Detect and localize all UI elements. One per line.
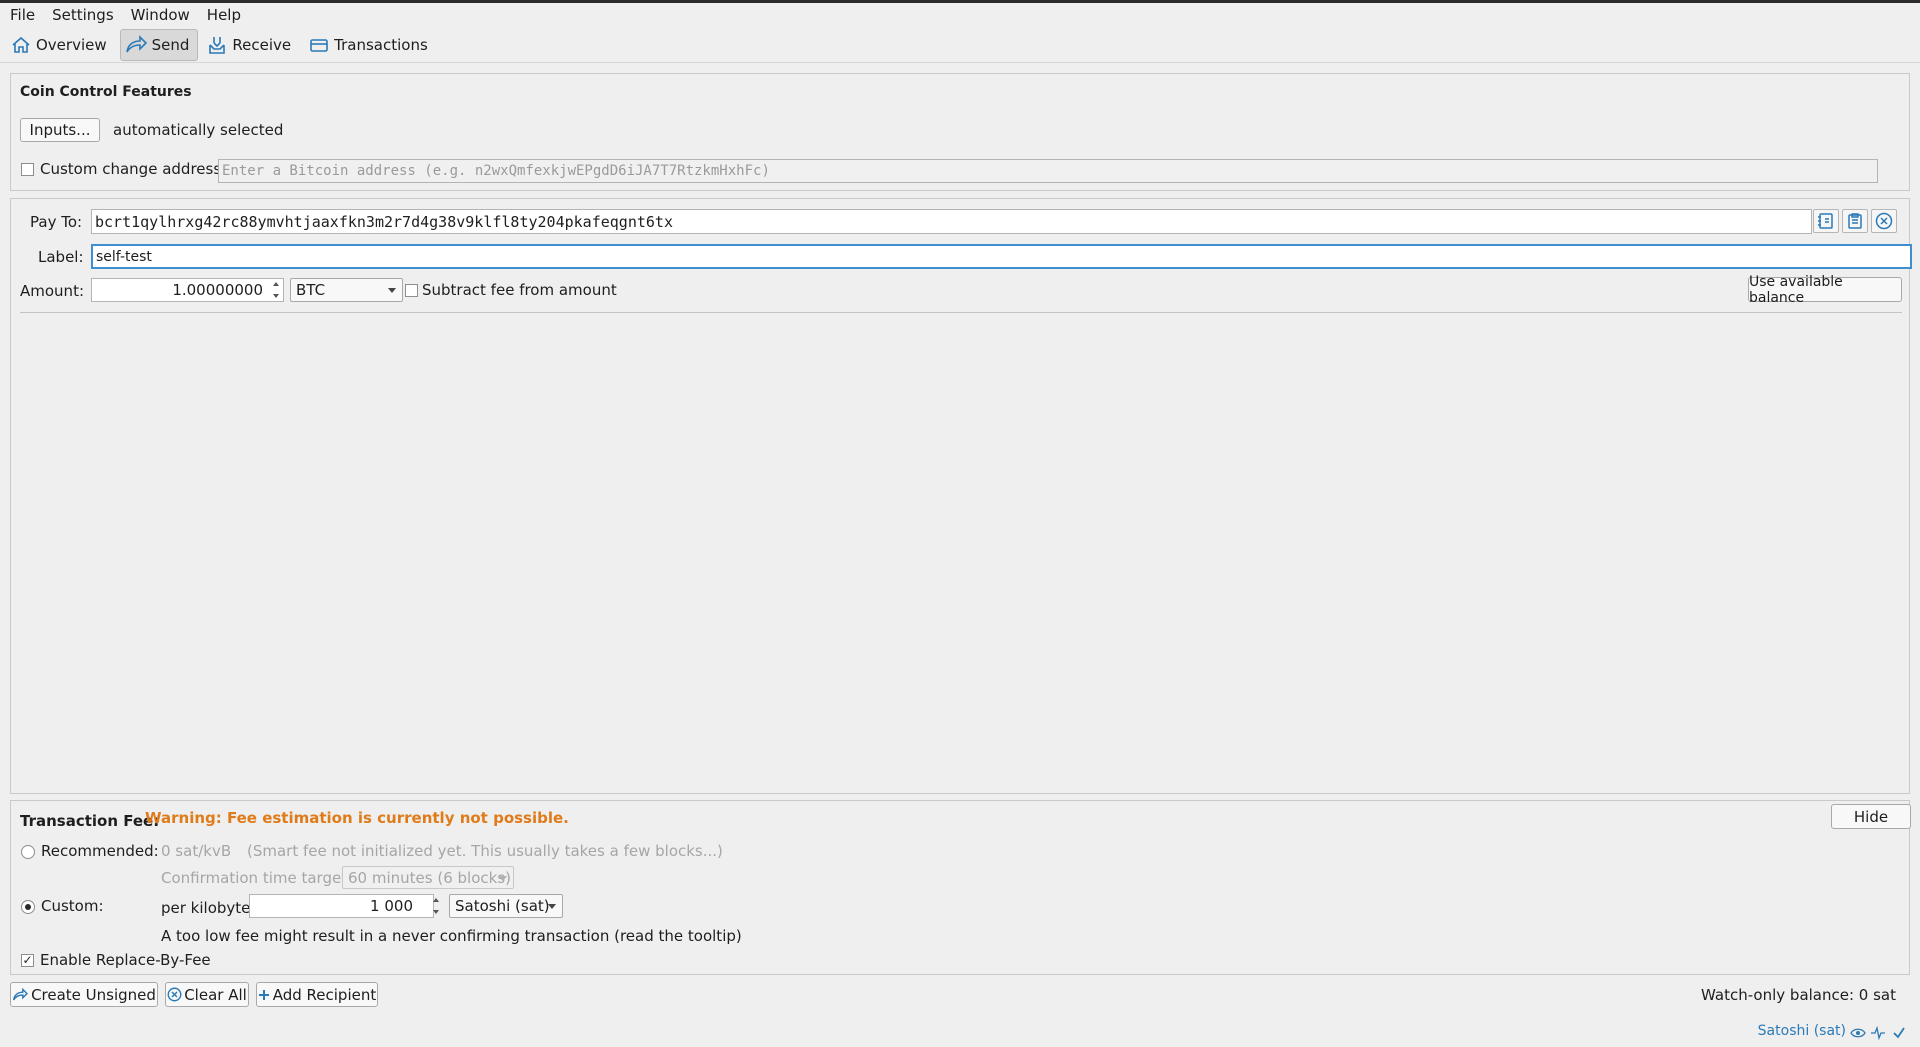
pay-to-label: Pay To: [30,213,83,231]
rbf-checkbox[interactable]: ✓ [21,954,34,967]
amount-unit-select[interactable]: BTC [290,278,403,302]
tab-send[interactable]: Send [119,28,199,61]
address-book-button[interactable] [1813,209,1839,233]
spin-down-icon[interactable] [272,294,279,298]
coin-control-title: Coin Control Features [20,84,192,100]
amount-spinner[interactable] [270,282,281,298]
spin-up-icon[interactable] [272,282,279,286]
eye-icon [1850,1028,1866,1038]
recommended-fee-radio[interactable] [21,845,35,859]
custom-fee-unit-select[interactable]: Satoshi (sat) [449,894,563,918]
confirmation-target-value: 60 minutes (6 blocks) [348,868,511,887]
plus-icon [258,989,269,1000]
recommended-rate: 0 sat/kvB [161,842,232,860]
custom-change-address-field[interactable]: Enter a Bitcoin address (e.g. n2wxQmfexk… [218,159,1878,183]
spin-down-icon[interactable] [432,910,439,914]
status-unit[interactable]: Satoshi (sat) [1758,1023,1846,1039]
address-book-icon [1818,213,1833,229]
network-activity-icon [1871,1026,1885,1040]
paste-button[interactable] [1842,209,1868,233]
menu-bar: File Settings Window Help [0,3,1920,27]
coin-control-panel: Coin Control Features Inputs... automati… [10,73,1910,191]
transactions-card-icon [310,38,328,52]
main-toolbar: Overview Send Receive Transactions [0,27,1920,63]
custom-fee-unit-value: Satoshi (sat) [455,897,550,915]
send-arrow-icon [125,34,147,52]
rbf-label: Enable Replace-By-Fee [40,951,211,969]
clear-circle-icon [167,987,182,1002]
menu-window[interactable]: Window [121,3,197,27]
custom-change-checkbox[interactable] [21,163,34,176]
tab-overview[interactable]: Overview [6,29,116,61]
custom-fee-value: 1 000 [370,897,413,915]
menu-file[interactable]: File [0,3,42,27]
remove-recipient-button[interactable] [1871,209,1897,233]
chevron-down-icon [499,875,507,881]
watch-only-balance: Watch-only balance: 0 sat [1701,986,1896,1004]
synced-check-icon [1893,1027,1905,1039]
add-recipient-label: Add Recipient [272,985,377,1004]
tab-receive-label: Receive [232,35,292,54]
custom-fee-field[interactable]: 1 000 [249,894,434,918]
chevron-down-icon [388,288,396,293]
tab-overview-label: Overview [36,35,107,54]
transaction-fee-panel: Transaction Fee: Warning: Fee estimation… [10,800,1911,975]
fee-warning: Warning: Fee estimation is currently not… [145,809,569,827]
use-available-balance-button[interactable]: Use available balance [1748,274,1902,306]
paste-clipboard-icon [1848,213,1862,229]
low-fee-note: A too low fee might result in a never co… [161,927,742,945]
create-unsigned-label: Create Unsigned [31,985,156,1004]
clear-all-label: Clear All [184,985,247,1004]
confirmation-target-select[interactable]: 60 minutes (6 blocks) [342,866,514,889]
spin-up-icon[interactable] [432,898,439,902]
label-field[interactable]: self-test [91,244,1912,269]
add-recipient-button[interactable]: Add Recipient [256,982,378,1007]
custom-fee-radio[interactable] [21,900,35,914]
amount-field[interactable]: 1.00000000 [91,278,284,302]
tab-transactions[interactable]: Transactions [304,29,437,61]
amount-label: Amount: [20,282,84,300]
label-label: Label: [38,248,84,266]
send-arrow-icon [13,987,29,1000]
transaction-fee-title: Transaction Fee: [20,812,160,830]
menu-settings[interactable]: Settings [42,3,121,27]
hide-fee-button[interactable]: Hide [1831,804,1911,829]
recommended-label: Recommended: [41,842,159,860]
smart-fee-note: (Smart fee not initialized yet. This usu… [247,842,723,860]
custom-fee-label: Custom: [41,897,104,915]
tab-receive[interactable]: Receive [202,29,300,61]
subtract-fee-checkbox[interactable] [405,284,418,297]
pay-to-field[interactable]: bcrt1qylhrxg42rc88ymvhtjaaxfkn3m2r7d4g38… [91,209,1812,234]
custom-fee-spinner[interactable] [430,898,441,914]
status-bar: Satoshi (sat) [0,1017,1920,1047]
menu-help[interactable]: Help [197,3,248,27]
close-circle-icon [1875,212,1893,230]
inputs-status: automatically selected [113,121,284,139]
custom-change-label: Custom change address [40,160,222,178]
per-kilobyte-label: per kilobyte [161,899,251,917]
create-unsigned-button[interactable]: Create Unsigned [10,982,158,1007]
confirmation-target-label: Confirmation time target: [161,869,353,887]
receive-inbox-icon [209,36,226,54]
tab-send-label: Send [151,35,190,54]
subtract-fee-label: Subtract fee from amount [422,281,617,299]
chevron-down-icon [548,904,556,909]
recipient-panel: Pay To: bcrt1qylhrxg42rc88ymvhtjaaxfkn3m… [10,198,1912,794]
clear-all-button[interactable]: Clear All [165,982,249,1007]
recipient-divider [20,312,1902,313]
home-icon [12,36,30,53]
tab-transactions-label: Transactions [334,35,428,54]
amount-unit-value: BTC [296,281,326,299]
inputs-button[interactable]: Inputs... [20,118,100,142]
amount-value: 1.00000000 [172,281,263,299]
